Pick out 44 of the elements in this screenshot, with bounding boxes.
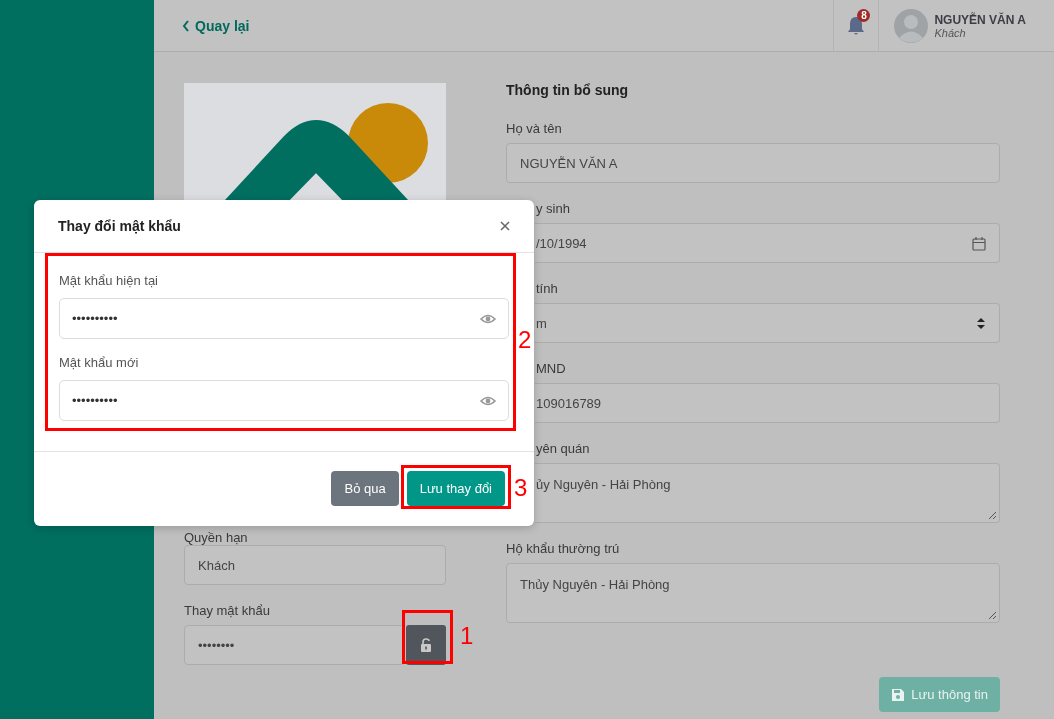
close-button[interactable]	[500, 221, 510, 231]
step-number: 1	[460, 624, 474, 648]
user-name: NGUYỄN VĂN A	[934, 12, 1026, 27]
resize-grip-icon	[988, 611, 997, 620]
text-area[interactable]: ủy Nguyên - Hải Phòng	[535, 463, 1000, 523]
back-link[interactable]: Quay lại	[182, 17, 250, 34]
dialog-title: Thay đổi mật khẩu	[58, 218, 181, 234]
password-field[interactable]: ••••••••	[184, 625, 405, 665]
unlock-icon	[420, 638, 432, 652]
user-role: Khách	[934, 26, 967, 39]
password-field[interactable]: ••••••••••	[59, 380, 509, 421]
field-label: Mật khẩu mới	[59, 354, 140, 372]
field-label: y sinh	[535, 200, 571, 218]
chevron-left-icon	[182, 19, 190, 32]
field-label: MND	[535, 360, 567, 378]
close-icon	[500, 221, 510, 231]
text-field[interactable]: NGUYỄN VĂN A	[506, 143, 1000, 183]
highlight-frame	[402, 610, 453, 664]
text-field[interactable]: 109016789	[535, 383, 1000, 423]
eye-icon	[480, 312, 496, 325]
step-number: 2	[518, 328, 532, 352]
save-changes-button[interactable]: Lưu thay đổi	[406, 471, 505, 506]
field-label: Thay mật khẩu	[184, 602, 271, 620]
avatar-icon	[894, 8, 929, 43]
cancel-button[interactable]: Bỏ qua	[331, 471, 399, 506]
select-field[interactable]: m	[535, 303, 1000, 343]
field-label: Quyền hạn	[184, 531, 249, 544]
step-number: 3	[514, 476, 528, 500]
role-field[interactable]: Khách	[184, 545, 446, 585]
sort-arrows-icon	[976, 316, 986, 330]
field-label: Hộ khẩu thường trú	[506, 540, 621, 558]
field-label: tính	[535, 280, 559, 298]
text-area[interactable]: Thủy Nguyên - Hải Phòng	[506, 563, 1000, 623]
field-label: Mật khẩu hiện tại	[59, 272, 159, 290]
password-field[interactable]: ••••••••••	[59, 298, 509, 339]
date-field[interactable]: /10/1994	[535, 223, 1000, 263]
calendar-icon	[972, 235, 986, 251]
field-label: yên quán	[535, 440, 591, 458]
field-label: Họ và tên	[506, 120, 563, 138]
notification-badge: 8	[857, 8, 871, 22]
section-title: Thông tin bổ sung	[506, 83, 630, 97]
change-password-button[interactable]	[406, 625, 446, 665]
eye-icon	[480, 394, 496, 407]
resize-grip-icon	[988, 511, 997, 520]
